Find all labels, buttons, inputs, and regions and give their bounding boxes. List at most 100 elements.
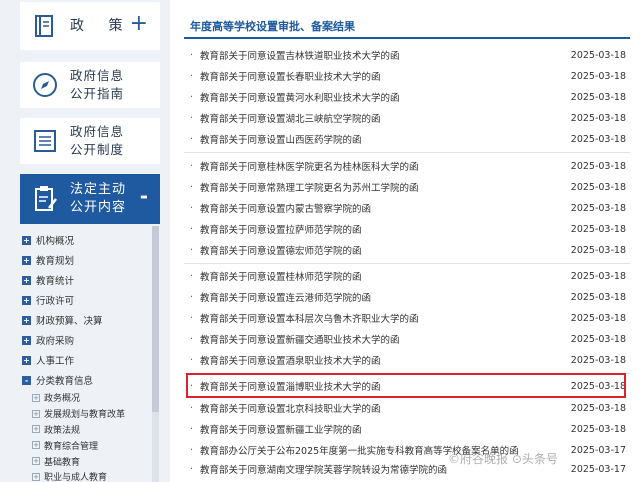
- list-item[interactable]: · 教育部关于同意设置拉萨师范学院的函 2025-03-18: [190, 219, 626, 239]
- tree-item-label: 机构概况: [36, 236, 75, 247]
- bullet-icon: ·: [190, 160, 194, 172]
- list-item[interactable]: · 教育部关于同意湖南文理学院芙蓉学院转设为常德学院的函 2025-03-17: [190, 459, 626, 479]
- tree-item[interactable]: + 行政许可: [22, 290, 154, 310]
- document-link[interactable]: 教育部关于同意设置长春职业技术大学的函: [200, 69, 570, 83]
- list-item[interactable]: · 教育部关于同意设置本科层次乌鲁木齐职业大学的函 2025-03-18: [190, 308, 626, 328]
- tree-item[interactable]: + 政府采购: [22, 330, 154, 350]
- subtree-item[interactable]: + 职业与成人教育: [22, 469, 154, 482]
- expand-box-icon[interactable]: +: [22, 255, 31, 265]
- publish-date: 2025-03-18: [570, 312, 626, 324]
- document-link[interactable]: 教育部关于同意设置桂林师范学院的函: [200, 269, 570, 283]
- document-link[interactable]: 教育部关于同意常熟理工学院更名为苏州工学院的函: [200, 180, 570, 194]
- expand-box-icon[interactable]: +: [32, 393, 40, 402]
- policy-card[interactable]: 政 策 +: [20, 2, 160, 50]
- list-item[interactable]: · 教育部关于同意设置桂林师范学院的函 2025-03-18: [190, 266, 626, 286]
- expand-box-icon[interactable]: +: [22, 335, 31, 345]
- collapse-icon[interactable]: -: [140, 184, 148, 208]
- tree-item[interactable]: + 机构概况: [22, 230, 154, 250]
- subtree-item[interactable]: + 教育综合管理: [22, 437, 154, 453]
- list-item[interactable]: · 教育部办公厅关于公布2025年度第一批实施专科教育高等学校备案名单的函 2025…: [190, 440, 626, 460]
- expand-box-icon[interactable]: +: [32, 425, 40, 434]
- tree-item[interactable]: + 人事工作: [22, 350, 154, 370]
- expand-icon[interactable]: +: [130, 11, 148, 37]
- bullet-icon: ·: [190, 70, 194, 82]
- list-item[interactable]: · 教育部关于同意设置长春职业技术大学的函 2025-03-18: [190, 66, 626, 86]
- list-item[interactable]: · 教育部关于同意设置内蒙古警察学院的函 2025-03-18: [190, 198, 626, 218]
- sidebar-scrollbar-thumb[interactable]: [152, 226, 159, 412]
- expand-box-icon[interactable]: +: [32, 457, 40, 466]
- document-link[interactable]: 教育部关于同意设置内蒙古警察学院的函: [200, 201, 570, 215]
- disclosure-system-label: 政府信息 公开制度: [70, 123, 124, 159]
- watermark: ©府谷晚报 ⊙头条号: [448, 452, 558, 466]
- bullet-icon: ·: [190, 333, 194, 345]
- document-link[interactable]: 教育部关于同意桂林医学院更名为桂林医科大学的函: [200, 159, 570, 173]
- expand-box-icon[interactable]: +: [22, 235, 31, 245]
- disclosure-system-card[interactable]: 政府信息 公开制度: [20, 118, 160, 164]
- expand-box-icon[interactable]: +: [32, 472, 40, 481]
- document-link[interactable]: 教育部关于同意设置湖北三峡航空学院的函: [200, 111, 570, 125]
- document-link[interactable]: 教育部关于同意设置德宏师范学院的函: [200, 243, 570, 257]
- expand-box-icon[interactable]: +: [32, 441, 40, 450]
- list-item[interactable]: · 教育部关于同意设置湖北三峡航空学院的函 2025-03-18: [190, 108, 626, 128]
- list-item[interactable]: · 教育部关于同意设置北京科技职业大学的函 2025-03-18: [190, 398, 626, 418]
- document-link[interactable]: 教育部关于同意设置新疆交通职业技术大学的函: [200, 332, 570, 346]
- disclosure-guide-card[interactable]: 政府信息 公开指南: [20, 62, 160, 108]
- document-link[interactable]: 教育部关于同意设置新疆工业学院的函: [200, 422, 570, 436]
- expand-box-icon[interactable]: +: [22, 275, 31, 285]
- legal-content-card[interactable]: 法定主动 公开内容 -: [20, 174, 160, 224]
- system-line-2: 公开制度: [70, 142, 125, 157]
- expand-box-icon[interactable]: +: [22, 295, 31, 305]
- publish-date: 2025-03-18: [570, 223, 626, 235]
- publish-date: 2025-03-18: [570, 270, 626, 282]
- subtree-item[interactable]: + 发展规划与教育改革: [22, 406, 154, 422]
- list-item[interactable]: · 教育部关于同意设置黄河水利职业技术大学的函 2025-03-18: [190, 87, 626, 107]
- list-item[interactable]: · 教育部关于同意常熟理工学院更名为苏州工学院的函 2025-03-18: [190, 177, 626, 197]
- publish-date: 2025-03-17: [570, 463, 626, 475]
- bullet-icon: ·: [190, 133, 194, 145]
- group-divider: [184, 263, 630, 264]
- expand-box-icon[interactable]: +: [32, 409, 40, 418]
- document-link[interactable]: 教育部关于同意设置山西医药学院的函: [200, 132, 570, 146]
- document-link[interactable]: 教育部关于同意设置吉林铁道职业技术大学的函: [200, 48, 570, 62]
- legal-line-2: 公开内容: [70, 200, 127, 215]
- document-link[interactable]: 教育部关于同意设置酒泉职业技术大学的函: [200, 353, 570, 367]
- document-link[interactable]: 教育部关于同意设置连云港师范学院的函: [200, 290, 570, 304]
- bullet-icon: ·: [190, 291, 194, 303]
- tree-item[interactable]: - 分类教育信息: [22, 370, 154, 390]
- system-line-1: 政府信息: [70, 124, 125, 139]
- list-item[interactable]: · 教育部关于同意设置新疆工业学院的函 2025-03-18: [190, 419, 626, 439]
- bullet-icon: ·: [190, 49, 194, 61]
- document-link[interactable]: 教育部关于同意设置北京科技职业大学的函: [200, 401, 570, 415]
- subtree-item[interactable]: + 政务概况: [22, 390, 154, 406]
- collapse-box-icon[interactable]: -: [22, 375, 31, 385]
- policy-label: 政 策: [70, 18, 133, 34]
- subtree-item[interactable]: + 基础教育: [22, 453, 154, 469]
- publish-date: 2025-03-18: [570, 49, 626, 61]
- list-item[interactable]: · 教育部关于同意设置连云港师范学院的函 2025-03-18: [190, 287, 626, 307]
- tree-item-label: 人事工作: [36, 356, 75, 367]
- list-item[interactable]: · 教育部关于同意设置德宏师范学院的函 2025-03-18: [190, 240, 626, 260]
- highlight-box: [186, 373, 626, 398]
- publish-date: 2025-03-18: [570, 70, 626, 82]
- subtree-item-label: 教育综合管理: [44, 441, 99, 452]
- list-item[interactable]: · 教育部关于同意设置山西医药学院的函 2025-03-18: [190, 129, 626, 149]
- expand-box-icon[interactable]: +: [22, 355, 31, 365]
- expand-box-icon[interactable]: +: [22, 315, 31, 325]
- document-link[interactable]: 教育部关于同意设置拉萨师范学院的函: [200, 222, 570, 236]
- document-link[interactable]: 教育部关于同意设置黄河水利职业技术大学的函: [200, 90, 570, 104]
- tree-item[interactable]: + 财政预算、决算: [22, 310, 154, 330]
- tree-item-label: 教育统计: [36, 276, 75, 287]
- list-item[interactable]: · 教育部关于同意桂林医学院更名为桂林医科大学的函 2025-03-18: [190, 156, 626, 176]
- tree-item[interactable]: + 教育统计: [22, 270, 154, 290]
- publish-date: 2025-03-18: [570, 423, 626, 435]
- document-link[interactable]: 教育部关于同意设置本科层次乌鲁木齐职业大学的函: [200, 311, 570, 325]
- sidebar: 政 策 + 政府信息 公开指南 政府信息 公开制度 法定主动 公开内容 - + …: [0, 0, 170, 482]
- list-item[interactable]: · 教育部关于同意设置酒泉职业技术大学的函 2025-03-18: [190, 350, 626, 370]
- subtree-item[interactable]: + 政策法规: [22, 422, 154, 438]
- list-item[interactable]: · 教育部关于同意设置吉林铁道职业技术大学的函 2025-03-18: [190, 45, 626, 65]
- tree-item-label: 分类教育信息: [36, 376, 94, 387]
- list-item[interactable]: · 教育部关于同意设置新疆交通职业技术大学的函 2025-03-18: [190, 329, 626, 349]
- disclosure-guide-label: 政府信息 公开指南: [70, 67, 124, 103]
- tree-item[interactable]: + 教育规划: [22, 250, 154, 270]
- bullet-icon: ·: [190, 354, 194, 366]
